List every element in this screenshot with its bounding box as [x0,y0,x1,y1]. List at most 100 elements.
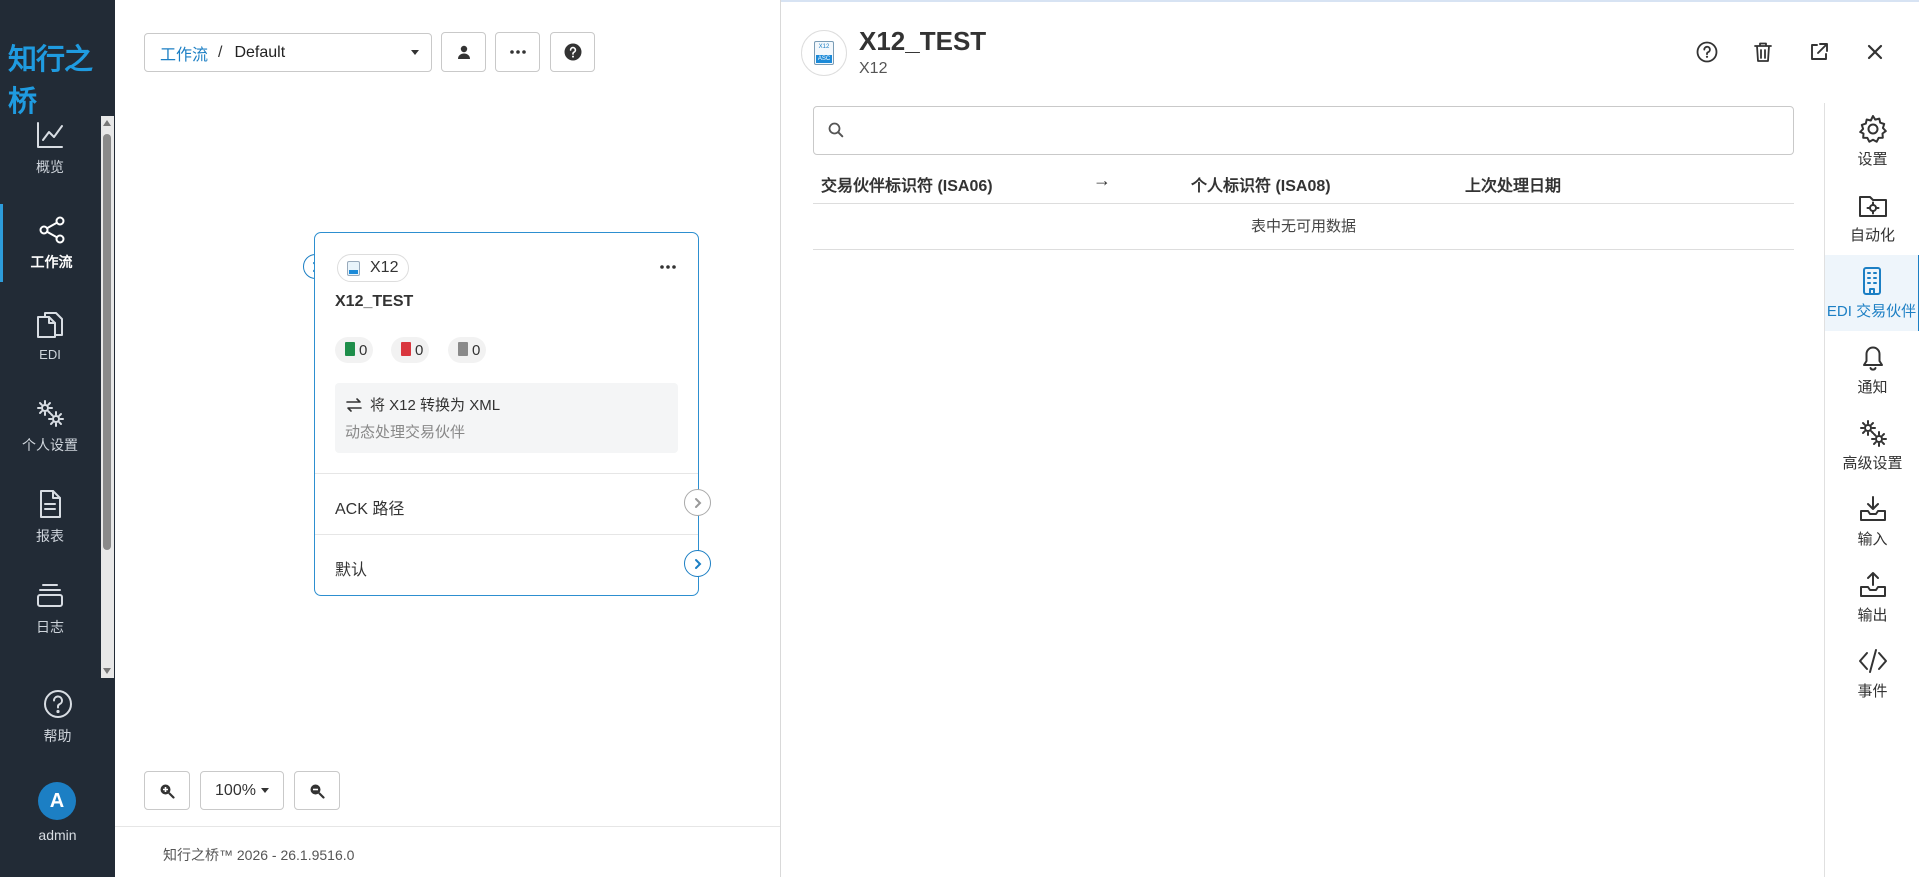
close-icon [1867,44,1883,60]
username-label: admin [38,827,77,843]
toolbar-label: 通知 [1857,379,1888,396]
close-button[interactable] [1861,38,1889,66]
output-label: ACK 路径 [335,501,405,518]
workspace-breadcrumb[interactable]: 工作流 / Default [144,33,432,72]
toolbar-label: 输入 [1857,531,1888,548]
arrow-right-icon: → [1093,170,1111,190]
layers-icon [37,584,63,607]
sidebar-item-label: 个人设置 [22,437,78,453]
error-count-badge[interactable]: 0 [391,337,430,363]
share-nodes-icon [39,216,64,244]
sidebar-item-label: 概览 [36,159,64,175]
connector-type-tag: X12 [337,254,410,282]
scroll-up-arrow[interactable] [103,120,111,126]
breadcrumb-separator: / [218,43,223,61]
output-label: 默认 [335,562,368,579]
column-header-isa08[interactable]: 个人标识符 (ISA08) [1191,172,1331,196]
divider [780,0,781,877]
file-lines-icon [40,490,61,518]
success-count: 0 [359,341,368,359]
toolbar-label: 输出 [1857,607,1888,624]
table-header: 交易伙伴标识符 (ISA06) → 个人标识符 (ISA08) 上次处理日期 [813,163,1794,204]
output-ack-path[interactable]: ACK 路径 [315,473,698,535]
sidebar-item-label: 帮助 [43,728,72,744]
sidebar-item-reports[interactable]: 报表 [0,476,100,558]
zoom-level-select[interactable]: 100% [200,771,284,810]
sidebar-item-help[interactable]: 帮助 [0,676,115,758]
sidebar-item-logs[interactable]: 日志 [0,567,100,649]
search-icon [828,122,844,138]
zoom-out-button[interactable] [294,771,340,810]
node-description: 将 X12 转换为 XML [370,397,501,414]
connector-icon: X12 ASC [801,30,847,76]
user-icon [457,45,470,59]
toolbar-advanced-settings[interactable]: 高级设置 [1825,407,1919,483]
x12-file-icon [347,261,360,276]
toolbar-input[interactable]: 输入 [1825,483,1919,559]
column-header-last-processed[interactable]: 上次处理日期 [1465,172,1561,196]
open-external-button[interactable] [1805,38,1833,66]
inbox-in-icon [1859,496,1886,521]
connector-type-label: X12 [370,259,399,276]
panel-help-button[interactable] [1693,38,1721,66]
x12-file-icon: X12 ASC [814,41,834,65]
more-options-button[interactable] [495,32,540,72]
question-circle-icon [564,43,581,61]
pending-count: 0 [472,341,481,359]
sidebar-item-overview[interactable]: 概览 [0,107,100,189]
toolbar-automation[interactable]: 自动化 [1825,179,1919,255]
column-header-isa06[interactable]: 交易伙伴标识符 (ISA06) [821,172,993,196]
toolbar-label: 自动化 [1849,227,1895,244]
chevron-right-icon [694,558,701,569]
sidebar-scrollbar[interactable] [101,116,114,678]
external-link-icon [1811,43,1828,60]
avatar[interactable]: A [38,782,76,820]
zoom-in-button[interactable] [144,771,190,810]
toolbar-edi-partners[interactable]: EDI 交易伙伴 [1825,255,1919,331]
toolbar-label: 高级设置 [1842,455,1903,472]
toolbar-settings[interactable]: 设置 [1825,103,1919,179]
scroll-thumb[interactable] [103,134,111,550]
search-input[interactable] [813,106,1794,155]
zoom-out-icon [310,784,325,799]
zoom-level-value: 100% [215,781,256,799]
ack-output-connector[interactable] [684,489,711,516]
user-filter-button[interactable] [441,32,486,72]
gears-icon [37,400,64,427]
gears-icon [1859,420,1887,447]
footer-version: 知行之桥™ 2026 - 26.1.9516.0 [163,847,355,863]
toolbar-notifications[interactable]: 通知 [1825,331,1919,407]
exchange-arrows-icon [346,397,362,412]
success-count-badge[interactable]: 0 [335,337,374,363]
breadcrumb-root-link[interactable]: 工作流 [160,41,208,65]
zoom-in-icon [160,784,175,799]
help-button[interactable] [550,32,595,72]
delete-button[interactable] [1749,38,1777,66]
output-default[interactable]: 默认 [315,534,698,596]
sidebar: 知行之桥 概览 工作流 EDI 个人设置 报表 日志 帮助 A admin [0,0,115,877]
sidebar-item-workflow[interactable]: 工作流 [0,204,100,282]
toolbar-output[interactable]: 输出 [1825,559,1919,635]
code-icon [1858,649,1887,673]
workflow-node-card[interactable]: X12 X12_TEST 0 0 0 将 X12 转换为 XML 动态处理交易伙… [314,232,699,596]
chevron-down-icon [260,788,269,793]
sidebar-item-label: 报表 [36,528,64,544]
sidebar-item-label: EDI [39,346,61,362]
toolbar-events[interactable]: 事件 [1825,635,1919,711]
gear-icon [1858,115,1887,143]
sidebar-item-edi[interactable]: EDI [0,294,100,376]
default-output-connector[interactable] [684,550,711,577]
chevron-down-icon [411,50,419,55]
error-count: 0 [415,341,424,359]
sidebar-item-personal-settings[interactable]: 个人设置 [0,385,100,467]
question-circle-icon [43,690,72,718]
scroll-down-arrow[interactable] [103,668,111,674]
pending-count-badge[interactable]: 0 [448,337,487,363]
file-icon [458,342,468,356]
node-subdescription: 动态处理交易伙伴 [345,424,466,441]
footer-divider [115,826,780,827]
node-menu-button[interactable] [660,257,676,275]
panel-subtitle: X12 [859,60,888,77]
panel-title[interactable]: X12_TEST [859,26,986,57]
table-empty-message: 表中无可用数据 [813,205,1794,250]
